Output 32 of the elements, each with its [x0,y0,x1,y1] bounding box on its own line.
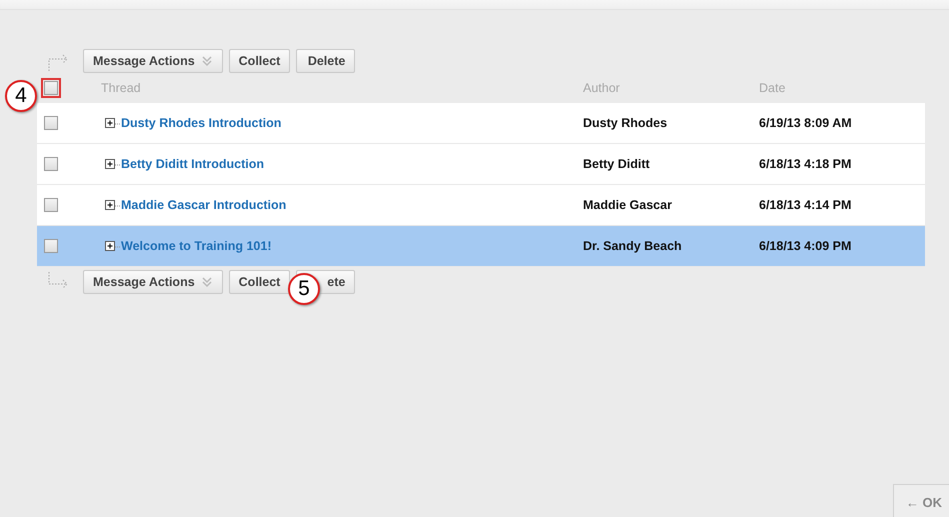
menu-button[interactable]: Message Actions [83,270,223,294]
post-date: 6/18/13 4:18 PM [759,156,852,171]
collect-button[interactable]: Collect [228,270,290,294]
author-name: Dr. Sandy Beach [583,238,682,253]
author-name: Betty Diditt [583,156,650,171]
thread-link[interactable]: Maddie Gascar Introduction [121,196,286,214]
chevron-icon [200,55,213,67]
row-checkbox[interactable] [44,239,58,253]
collect-button[interactable]: Collect [228,49,290,73]
table-row[interactable]: Welcome to Training 101! Dr. Sandy Beach 6/18/13 4:09 PM [37,226,925,267]
row-checkbox[interactable] [44,198,58,212]
post-date: 6/19/13 8:09 AM [759,116,852,130]
row-checkbox[interactable] [44,116,58,130]
thread-link[interactable]: Dusty Rhodes Introduction [121,114,282,132]
expand-icon[interactable] [105,241,121,251]
post-date: 6/18/13 4:09 PM [759,238,852,253]
chevron-icon [200,276,213,288]
post-date: 6/18/13 4:14 PM [759,198,852,212]
table-row[interactable]: Betty Diditt Introduction Betty Diditt 6/18/13 4:18 PM [37,144,925,185]
author-name: Dusty Rhodes [583,116,668,130]
thread-link[interactable]: Betty Diditt Introduction [121,154,264,174]
row-checkbox[interactable] [44,157,58,171]
expand-icon[interactable] [105,200,121,210]
callout-number: 4 [5,80,37,112]
callout-number: 5 [288,273,320,305]
table-row[interactable]: Dusty Rhodes Introduction Dusty Rhodes 6/19/13 8:09 AM [37,103,925,144]
expand-icon[interactable] [105,118,121,128]
table-row[interactable]: Maddie Gascar Introduction Maddie Gascar 6/18/13 4:14 PM [37,185,925,226]
author-name: Maddie Gascar [583,198,672,212]
menu-button[interactable]: Message Actions [83,49,223,73]
expand-icon[interactable] [105,159,121,169]
delete-button[interactable]: Delete [296,49,356,73]
